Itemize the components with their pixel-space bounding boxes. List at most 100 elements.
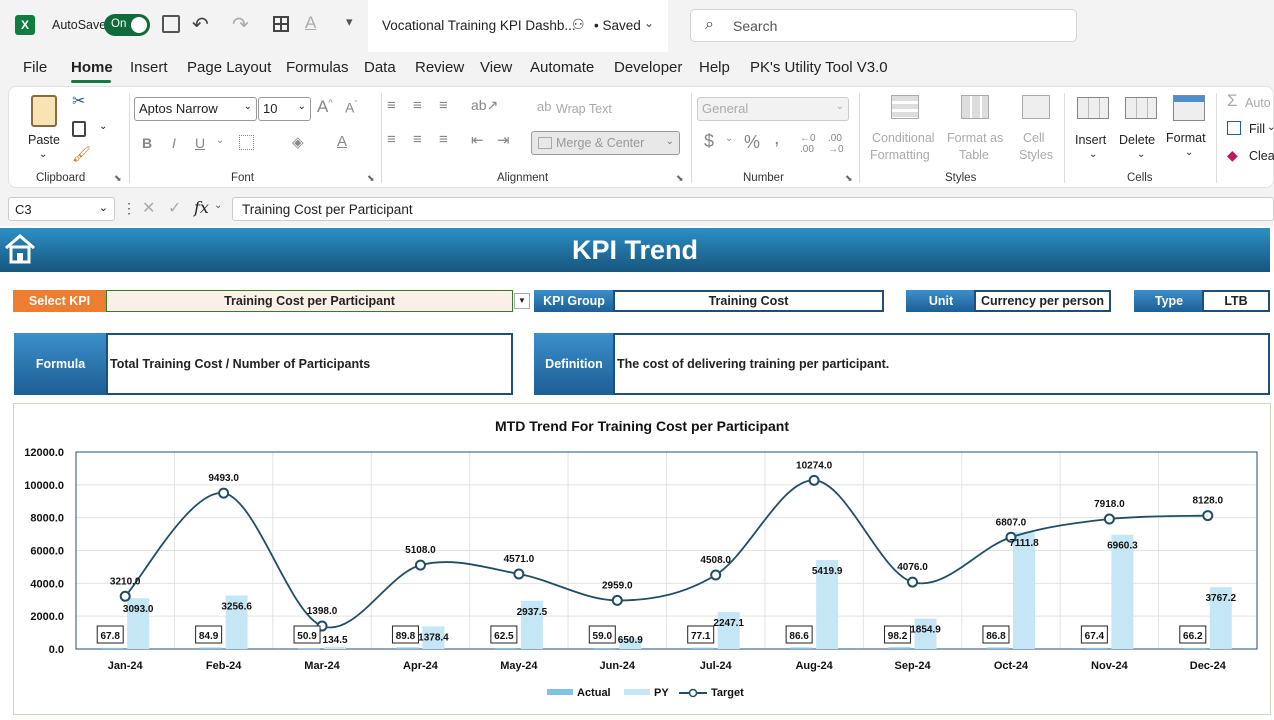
fill-label[interactable]: Fill [1249, 122, 1265, 136]
format-cells-button[interactable]: Format ⌄ [1166, 91, 1213, 167]
comma-button[interactable]: , [774, 127, 780, 150]
format-painter-icon[interactable]: 🖌 [72, 145, 91, 163]
menu-data[interactable]: Data [364, 59, 396, 76]
menu-review[interactable]: Review [415, 59, 464, 76]
merge-center-button[interactable]: Merge & Center ⌄ [531, 131, 680, 155]
fill-icon[interactable] [1227, 121, 1241, 135]
py-data-label: 3256.6 [221, 602, 252, 613]
chevron-down-icon[interactable]: ⌄ [1267, 122, 1274, 133]
separator [1216, 93, 1217, 183]
fill-color-icon[interactable]: ◈ [292, 133, 304, 151]
align-right-icon[interactable]: ≡ [439, 131, 448, 148]
formula-input[interactable]: Training Cost per Participant [232, 197, 1274, 221]
enter-check-icon[interactable]: ✓ [168, 198, 181, 218]
select-kpi-dropdown[interactable]: Training Cost per Participant [106, 290, 513, 312]
delete-cells-button[interactable]: Delete ⌄ [1119, 91, 1165, 167]
insert-cells-button[interactable]: Insert ⌄ [1071, 91, 1117, 167]
save-icon[interactable] [162, 15, 180, 33]
menu-developer[interactable]: Developer [614, 59, 682, 76]
target-point [907, 576, 919, 588]
cell-styles-button[interactable]: Cell Styles [1013, 91, 1061, 167]
paste-button[interactable]: Paste ⌄ [27, 91, 61, 161]
menu-insert[interactable]: Insert [130, 59, 168, 76]
menu-view[interactable]: View [480, 59, 512, 76]
wrap-text-icon[interactable]: ab [537, 99, 551, 114]
orientation-icon[interactable]: ab↗ [471, 97, 498, 114]
autosave-toggle[interactable]: On [104, 14, 150, 36]
menu-file[interactable]: File [23, 59, 47, 76]
font-color-icon[interactable]: A [337, 133, 347, 150]
chevron-down-icon[interactable]: ⌄ [725, 133, 733, 144]
dialog-launcher-icon[interactable]: ⬊ [845, 173, 853, 184]
py-data-label: 1854.9 [910, 625, 941, 636]
font-color-icon[interactable]: A [305, 13, 316, 33]
kpi-trend-chart[interactable]: MTD Trend For Training Cost per Particip… [13, 403, 1271, 715]
search-box[interactable]: ⌕ Search [690, 9, 1077, 42]
decrease-font-icon[interactable]: Aˇ [345, 99, 357, 116]
chevron-down-icon[interactable]: ⌄ [644, 16, 654, 30]
actual-bar [790, 647, 813, 649]
number-format-select[interactable]: General ⌄ [697, 97, 849, 121]
percent-button[interactable]: % [744, 132, 760, 153]
undo-icon[interactable]: ↶ [192, 12, 209, 37]
menu-home[interactable]: Home [71, 59, 113, 76]
dialog-launcher-icon[interactable]: ⬊ [676, 173, 684, 184]
align-center-icon[interactable]: ≡ [413, 131, 422, 148]
x-tick-label: Jun-24 [600, 660, 636, 672]
font-name-select[interactable]: Aptos Narrow ⌄ [134, 97, 257, 121]
align-top-icon[interactable]: ≡ [387, 97, 396, 114]
menu-formulas[interactable]: Formulas [286, 59, 349, 76]
chevron-down-icon[interactable]: ⌄ [214, 200, 222, 211]
excel-logo-icon[interactable]: X [15, 15, 35, 35]
insert-function-icon[interactable]: fx [194, 198, 209, 217]
actual-bar [986, 647, 1009, 649]
bold-button[interactable]: B [142, 135, 152, 151]
target-point [513, 568, 525, 580]
borders-icon[interactable] [273, 16, 289, 32]
cut-icon[interactable]: ✂ [72, 91, 85, 111]
customize-qat-icon[interactable]: ▾ [346, 14, 353, 30]
autosum-icon[interactable]: Σ [1227, 91, 1238, 111]
autosum-label[interactable]: Auto [1245, 96, 1271, 110]
decrease-decimal-icon[interactable]: .00 →0 [828, 133, 844, 155]
share-people-icon[interactable]: ⚇ [572, 16, 585, 33]
wrap-text-button[interactable]: Wrap Text [556, 102, 612, 116]
increase-indent-icon[interactable]: ⇥ [497, 131, 510, 149]
underline-button[interactable]: U [195, 135, 205, 151]
actual-bar [691, 647, 714, 649]
clear-label[interactable]: Clea [1249, 149, 1274, 163]
saved-status: • Saved [594, 18, 641, 33]
menu-page-layout[interactable]: Page Layout [187, 59, 271, 76]
align-middle-icon[interactable]: ≡ [413, 97, 422, 114]
conditional-formatting-button[interactable]: Conditional Formatting [869, 91, 941, 167]
italic-button[interactable]: I [172, 135, 176, 151]
formula-content: Training Cost per Participant [242, 202, 413, 217]
dialog-launcher-icon[interactable]: ⬊ [114, 173, 122, 184]
redo-icon[interactable]: ↷ [232, 12, 249, 37]
align-bottom-icon[interactable]: ≡ [439, 97, 448, 114]
align-left-icon[interactable]: ≡ [387, 131, 396, 148]
format-as-table-button[interactable]: Format as Table [945, 91, 1007, 167]
menu-automate[interactable]: Automate [530, 59, 594, 76]
decrease-indent-icon[interactable]: ⇤ [471, 131, 484, 149]
x-tick-label: Jan-24 [108, 660, 144, 672]
cancel-icon[interactable]: ✕ [142, 198, 155, 218]
name-box[interactable]: C3 ⌄ [8, 197, 115, 221]
font-size-select[interactable]: 10 ⌄ [258, 97, 311, 121]
py-bar [324, 646, 347, 649]
dialog-launcher-icon[interactable]: ⬊ [367, 173, 375, 184]
currency-button[interactable]: $ [704, 131, 714, 152]
borders-icon[interactable] [239, 135, 254, 150]
document-tab[interactable]: Vocational Training KPI Dashb... ⚇ • Sav… [368, 0, 668, 52]
chevron-down-icon[interactable]: ⌄ [216, 135, 224, 146]
chevron-down-icon[interactable]: ⌄ [99, 121, 107, 132]
menu-pk-utility[interactable]: PK's Utility Tool V3.0 [750, 59, 888, 76]
more-options-icon[interactable]: ⋮ [122, 200, 136, 217]
menu-help[interactable]: Help [699, 59, 730, 76]
clear-eraser-icon[interactable]: ◆ [1227, 147, 1238, 164]
increase-decimal-icon[interactable]: ←0.00 [800, 133, 816, 155]
copy-icon[interactable] [72, 121, 86, 137]
formula-label: Formula [14, 333, 107, 395]
dropdown-arrow-icon[interactable]: ▼ [514, 293, 530, 309]
increase-font-icon[interactable]: A^ [317, 97, 333, 117]
